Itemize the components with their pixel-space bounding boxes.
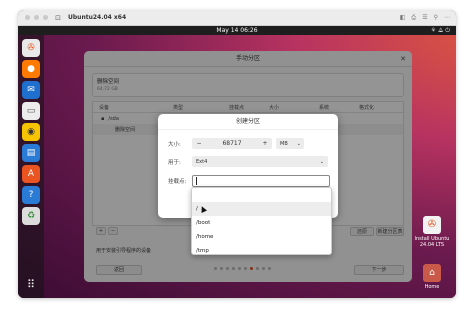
dock-trash-icon[interactable]: ♻ — [22, 207, 40, 225]
filesystem-select[interactable]: Ext4 ⌄ — [192, 156, 328, 167]
host-titlebar: ⊡ Ubuntu24.04 x64 ◧ ⎙ ☰ ⚲ ⋯ — [18, 10, 456, 26]
lock-icon: ⊡ — [55, 13, 61, 22]
host-toolbar: ◧ ⎙ ☰ ⚲ ⋯ — [400, 14, 450, 22]
filesystem-value: Ext4 — [196, 158, 208, 165]
clock[interactable]: May 14 06:26 — [216, 27, 257, 34]
chevron-down-icon: ⌄ — [296, 140, 301, 147]
use-label: 用于: — [168, 159, 181, 166]
sidebar-toggle-icon[interactable]: ◧ — [400, 14, 406, 22]
mount-label: 挂载点: — [168, 179, 187, 185]
increase-button[interactable]: + — [258, 140, 272, 147]
size-row: 大小: − 68717 + MB ⌄ — [168, 138, 304, 149]
menu-icon[interactable]: ☰ — [422, 14, 427, 22]
unit-value: MB — [280, 140, 288, 147]
mount-row: 挂载点: — [168, 175, 330, 187]
dock-firefox-icon[interactable]: ● — [22, 60, 40, 78]
decrease-button[interactable]: − — [192, 140, 206, 147]
mount-option-home[interactable]: /home — [192, 230, 331, 244]
install-ubuntu-desktop-icon[interactable]: ✇ Install Ubuntu 24.04 LTS — [412, 216, 452, 248]
zoom-window-button[interactable] — [43, 15, 48, 20]
dock-writer-icon[interactable]: ▤ — [22, 144, 40, 162]
mount-point-dropdown: / /boot /home /tmp — [191, 187, 332, 255]
dialog-title: 创建分区 — [158, 114, 338, 130]
dock-files-icon[interactable]: ▭ — [22, 102, 40, 120]
host-window-title: Ubuntu24.04 x64 — [68, 14, 127, 21]
install-ubuntu-icon: ✇ — [423, 216, 441, 234]
search-icon[interactable]: ⚲ — [434, 14, 438, 22]
close-window-button[interactable] — [25, 15, 30, 20]
snapshot-icon[interactable]: ⎙ — [411, 14, 416, 22]
mount-point-input[interactable] — [192, 175, 330, 187]
ubuntu-top-bar: May 14 06:26 ⚘ ⟁ ⏻ — [18, 26, 456, 35]
size-label: 大小: — [168, 141, 181, 148]
more-icon[interactable]: ⋯ — [444, 14, 450, 22]
dock-thunderbird-icon[interactable]: ✉ — [22, 81, 40, 99]
mount-option-boot[interactable]: /boot — [192, 216, 331, 230]
chevron-down-icon: ⌄ — [319, 158, 324, 165]
dock: ✇ ● ✉ ▭ ◉ ▤ A ? ♻ ⠿ — [18, 35, 44, 298]
home-folder-icon: ⌂ — [423, 264, 441, 282]
size-input[interactable]: 68717 — [206, 140, 258, 147]
unit-select[interactable]: MB ⌄ — [276, 138, 304, 149]
size-stepper: − 68717 + — [192, 138, 272, 149]
dock-app-center-icon[interactable]: A — [22, 165, 40, 183]
minimize-window-button[interactable] — [34, 15, 39, 20]
dock-installer-icon[interactable]: ✇ — [22, 39, 40, 57]
mount-option-tmp[interactable]: /tmp — [192, 244, 331, 254]
mount-option-root[interactable]: / — [192, 202, 331, 216]
dock-rhythmbox-icon[interactable]: ◉ — [22, 123, 40, 141]
install-ubuntu-label: Install Ubuntu 24.04 LTS — [414, 236, 450, 248]
home-desktop-icon[interactable]: ⌂ Home — [412, 264, 452, 290]
home-label: Home — [424, 284, 440, 290]
window-controls — [25, 15, 48, 20]
system-tray[interactable]: ⚘ ⟁ ⏻ — [431, 27, 450, 35]
show-apps-icon[interactable]: ⠿ — [22, 275, 40, 293]
text-caret — [196, 177, 197, 185]
use-row: 用于: Ext4 ⌄ — [168, 156, 328, 167]
dock-help-icon[interactable]: ? — [22, 186, 40, 204]
